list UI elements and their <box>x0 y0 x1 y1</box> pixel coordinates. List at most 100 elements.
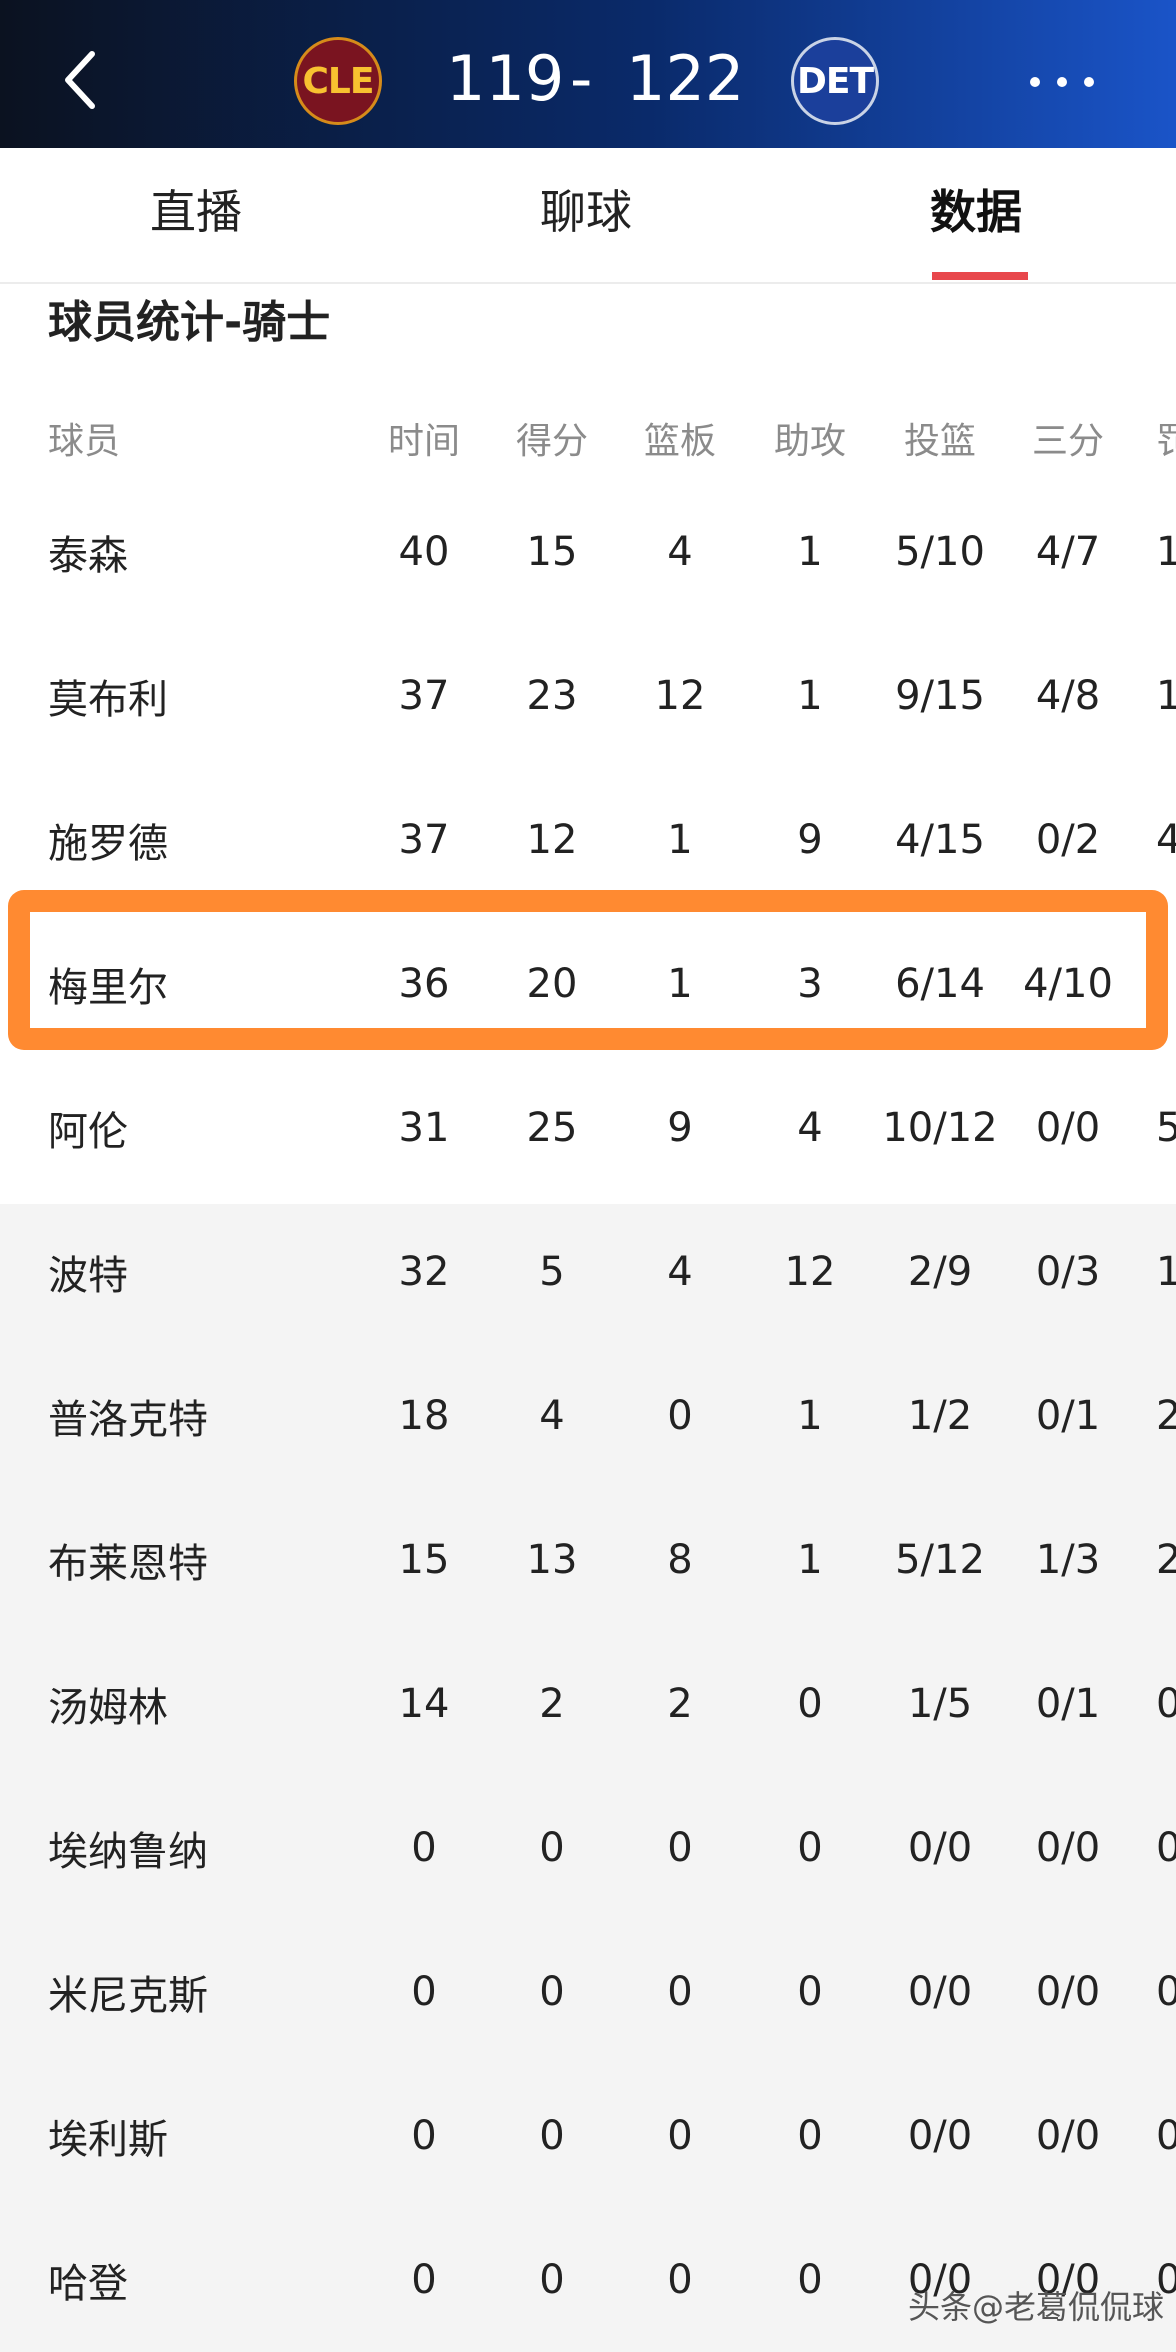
stat-reb: 0 <box>667 2257 693 2303</box>
player-name[interactable]: 波特 <box>48 1200 348 1344</box>
stat-tp: 0/0 <box>1035 2113 1101 2159</box>
stat-min: 37 <box>398 673 450 719</box>
stat-fg: 0/0 <box>907 2257 973 2303</box>
stat-pts: 4 <box>539 1393 565 1439</box>
stat-fg: 1/2 <box>907 1393 973 1439</box>
chevron-left-icon <box>65 51 95 109</box>
stat-pts: 0 <box>539 1825 565 1871</box>
stat-reb: 4 <box>667 1249 693 1295</box>
stat-reb: 0 <box>667 1825 693 1871</box>
stat-reb: 0 <box>667 1393 693 1439</box>
player-name[interactable]: 哈登 <box>48 2208 348 2352</box>
tab-chat[interactable]: 聊球 <box>540 182 632 242</box>
stat-fg: 9/15 <box>895 673 985 719</box>
stat-ast: 0 <box>797 1825 823 1871</box>
stat-min: 31 <box>398 1105 450 1151</box>
stat-reb: 9 <box>667 1105 693 1151</box>
stat-ft: 0 <box>1156 1969 1176 2015</box>
home-team-logo[interactable]: CLE <box>294 37 382 125</box>
stat-pts: 2 <box>539 1681 565 1727</box>
game-header: CLE 119 - 122 DET <box>0 0 1176 148</box>
stat-tp: 0/0 <box>1035 1969 1101 2015</box>
stat-min: 40 <box>398 529 450 575</box>
stat-ast: 1 <box>797 1537 823 1583</box>
stat-fg: 0/0 <box>907 1825 973 1871</box>
stat-reb: 0 <box>667 1969 693 2015</box>
tab-live[interactable]: 直播 <box>150 182 242 242</box>
dot <box>1030 77 1040 87</box>
stat-ft: 1 <box>1156 673 1176 719</box>
away-team-logo[interactable]: DET <box>791 37 879 125</box>
stat-ast: 1 <box>797 673 823 719</box>
table-row[interactable]: 埃利斯 0 0 0 0 0/0 0/0 0 <box>0 2064 1176 2208</box>
table-row[interactable]: 普洛克特 18 4 0 1 1/2 0/1 2 <box>0 1344 1176 1488</box>
stat-tp: 4/8 <box>1035 673 1101 719</box>
tab-stats[interactable]: 数据 <box>930 182 1022 242</box>
stat-min: 0 <box>411 1825 437 1871</box>
stat-pts: 23 <box>526 673 578 719</box>
player-name[interactable]: 阿伦 <box>48 1056 348 1200</box>
stat-tp: 0/0 <box>1035 2257 1101 2303</box>
stat-ft: 2 <box>1156 1537 1176 1583</box>
stat-ast: 0 <box>797 1969 823 2015</box>
dot <box>1084 77 1094 87</box>
stat-ft: 0 <box>1156 2113 1176 2159</box>
player-name[interactable]: 埃纳鲁纳 <box>48 1776 348 1920</box>
away-score: 122 <box>626 42 745 115</box>
table-row[interactable]: 哈登 0 0 0 0 0/0 0/0 0 <box>0 2208 1176 2352</box>
table-row[interactable]: 阿伦 31 25 9 4 10/12 0/0 5 <box>0 1056 1176 1200</box>
stat-ast: 12 <box>784 1249 836 1295</box>
stat-ast: 4 <box>797 1105 823 1151</box>
stat-reb: 0 <box>667 2113 693 2159</box>
stat-reb: 2 <box>667 1681 693 1727</box>
table-row[interactable]: 波特 32 5 4 12 2/9 0/3 1 <box>0 1200 1176 1344</box>
table-row[interactable]: 布莱恩特 15 13 8 1 5/12 1/3 2 <box>0 1488 1176 1632</box>
stat-fg: 0/0 <box>907 2113 973 2159</box>
table-row[interactable]: 汤姆林 14 2 2 0 1/5 0/1 0 <box>0 1632 1176 1776</box>
stat-tp: 0/1 <box>1035 1393 1101 1439</box>
dot <box>1057 77 1067 87</box>
stat-tp: 0/0 <box>1035 1105 1101 1151</box>
back-button[interactable] <box>54 40 114 120</box>
player-name[interactable]: 泰森 <box>48 480 348 624</box>
stat-min: 0 <box>411 2113 437 2159</box>
stat-tp: 1/3 <box>1035 1537 1101 1583</box>
stat-pts: 0 <box>539 2257 565 2303</box>
stat-ft: 0 <box>1156 1825 1176 1871</box>
player-name[interactable]: 米尼克斯 <box>48 1920 348 2064</box>
table-row[interactable]: 埃纳鲁纳 0 0 0 0 0/0 0/0 0 <box>0 1776 1176 1920</box>
stat-fg: 2/9 <box>907 1249 973 1295</box>
stat-min: 0 <box>411 1969 437 2015</box>
player-name[interactable]: 汤姆林 <box>48 1632 348 1776</box>
stat-tp: 4/7 <box>1035 529 1101 575</box>
tab-bar: 直播 聊球 数据 <box>0 148 1176 284</box>
stat-ft: 1 <box>1156 529 1176 575</box>
stat-tp: 0/1 <box>1035 1681 1101 1727</box>
stat-min: 15 <box>398 1537 450 1583</box>
active-tab-indicator <box>932 272 1028 280</box>
home-score: 119 <box>446 42 565 115</box>
stat-min: 32 <box>398 1249 450 1295</box>
stat-ast: 1 <box>797 1393 823 1439</box>
stat-ast: 0 <box>797 2113 823 2159</box>
player-name[interactable]: 普洛克特 <box>48 1344 348 1488</box>
stat-fg: 5/12 <box>895 1537 985 1583</box>
player-name[interactable]: 莫布利 <box>48 624 348 768</box>
stat-ast: 0 <box>797 1681 823 1727</box>
stat-tp: 0/0 <box>1035 1825 1101 1871</box>
stat-fg: 10/12 <box>882 1105 998 1151</box>
player-name[interactable]: 布莱恩特 <box>48 1488 348 1632</box>
table-row[interactable]: 莫布利 37 23 12 1 9/15 4/8 1 <box>0 624 1176 768</box>
stat-ft: 0 <box>1156 1681 1176 1727</box>
table-row[interactable]: 米尼克斯 0 0 0 0 0/0 0/0 0 <box>0 1920 1176 2064</box>
player-name[interactable]: 埃利斯 <box>48 2064 348 2208</box>
more-icon[interactable] <box>1030 64 1094 100</box>
table-row[interactable]: 泰森 40 15 4 1 5/10 4/7 1 <box>0 480 1176 624</box>
stat-ast: 0 <box>797 2257 823 2303</box>
stat-fg: 0/0 <box>907 1969 973 2015</box>
away-team-abbr: DET <box>796 60 874 102</box>
watermark: 头条@老葛侃侃球 <box>908 2288 1165 2326</box>
score-separator: - <box>570 42 593 115</box>
stat-ast: 1 <box>797 529 823 575</box>
stat-reb: 8 <box>667 1537 693 1583</box>
